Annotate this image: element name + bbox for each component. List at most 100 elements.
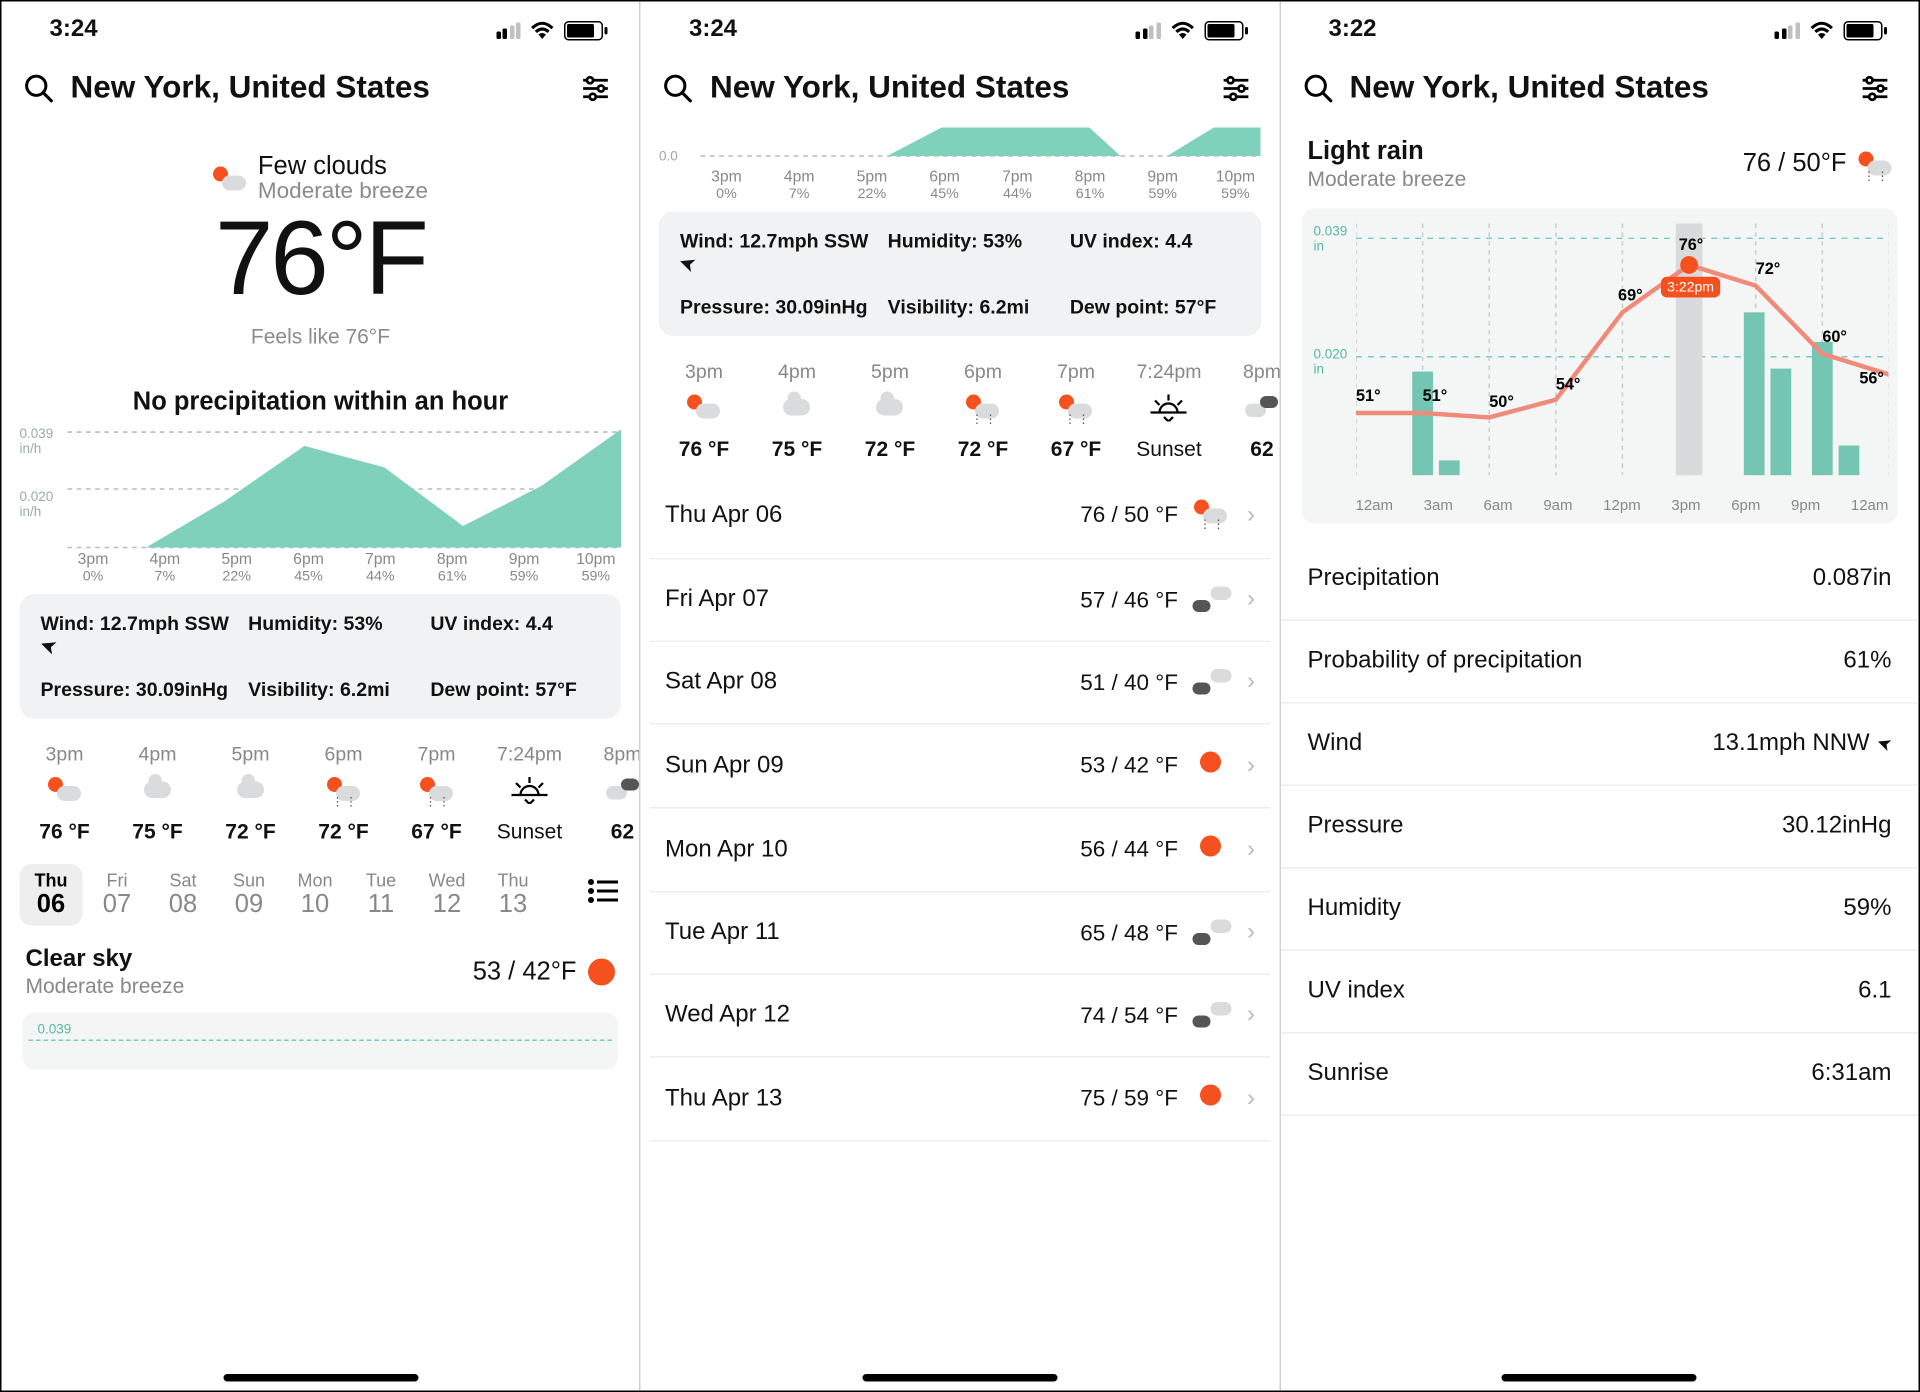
daily-date: Sun Apr 09 xyxy=(665,752,1080,779)
precip-x-tick: 3pm0% xyxy=(68,551,119,586)
summary-temps: 76 / 50°F xyxy=(1743,149,1847,179)
hourly-item[interactable]: 7:24pmSunset xyxy=(1124,360,1214,461)
svg-text:72°: 72° xyxy=(1755,260,1780,278)
day-selector[interactable]: Thu06Fri07Sat08Sun09Mon10Tue11Wed12Thu13 xyxy=(2,855,640,926)
home-indicator[interactable] xyxy=(1502,1374,1697,1382)
list-view-icon[interactable] xyxy=(588,879,618,911)
hourly-forecast[interactable]: 3pm76 °F4pm75 °F5pm72 °F6pm⋮⋮72 °F7pm⋮⋮6… xyxy=(2,734,640,856)
hourly-item[interactable]: 6pm⋮⋮72 °F xyxy=(299,743,389,844)
settings-sliders-icon[interactable] xyxy=(579,72,612,105)
hourly-temp: 72 °F xyxy=(299,819,389,843)
rain-sun-icon: ⋮⋮ xyxy=(1193,500,1229,532)
stat-row: Sunrise6:31am xyxy=(1280,1034,1918,1117)
daily-row[interactable]: Fri Apr 0757 / 46 °F› xyxy=(650,560,1270,643)
daily-row[interactable]: Thu Apr 0676 / 50 °F⋮⋮› xyxy=(650,473,1270,560)
chevron-right-icon: › xyxy=(1247,752,1255,779)
rain-sun-icon: ⋮⋮ xyxy=(299,771,389,807)
stat-value: 13.1mph NNW ➤ xyxy=(1712,731,1891,758)
stat-label: Probability of precipitation xyxy=(1307,648,1582,675)
day-pill[interactable]: Mon10 xyxy=(284,864,347,926)
day-detail-chart[interactable]: 0.039in 0.020in 3 xyxy=(1301,209,1897,524)
search-icon[interactable] xyxy=(23,72,56,105)
cloud-sun-icon xyxy=(659,389,749,425)
day-pill[interactable]: Sun09 xyxy=(218,864,281,926)
hourly-temp: 75 °F xyxy=(752,437,842,461)
selected-day-summary[interactable]: Clear sky Moderate breeze 53 / 42°F xyxy=(2,926,640,1004)
wind-direction-icon: ➤ xyxy=(1873,732,1894,757)
stat-label: Sunrise xyxy=(1307,1061,1388,1088)
chart-x-tick: 3pm xyxy=(1671,498,1700,515)
location-title[interactable]: New York, United States xyxy=(71,71,565,107)
daily-row[interactable]: Thu Apr 1375 / 59 °F› xyxy=(650,1058,1270,1142)
precip-x-tick: 7pm44% xyxy=(355,551,406,586)
hourly-item[interactable]: 4pm75 °F xyxy=(752,360,842,461)
header: New York, United States xyxy=(641,50,1279,128)
hourly-item[interactable]: 3pm76 °F xyxy=(20,743,110,844)
daily-temps: 53 / 42 °F xyxy=(1080,753,1178,779)
precip-x-tick: 9pm59% xyxy=(499,551,550,586)
location-title[interactable]: New York, United States xyxy=(1349,71,1843,107)
settings-sliders-icon[interactable] xyxy=(1219,72,1252,105)
hourly-time: 4pm xyxy=(113,743,203,766)
details-card: Wind: 12.7mph SSW ➤ Humidity: 53% UV ind… xyxy=(659,212,1261,337)
hourly-item[interactable]: 3pm76 °F xyxy=(659,360,749,461)
hourly-item[interactable]: 8pm62 xyxy=(1217,360,1279,461)
day-pill[interactable]: Tue11 xyxy=(350,864,413,926)
hourly-item[interactable]: 5pm72 °F xyxy=(206,743,296,844)
chevron-right-icon: › xyxy=(1247,836,1255,863)
summary-temps: 53 / 42°F xyxy=(473,957,577,987)
hourly-item[interactable]: 7pm⋮⋮67 °F xyxy=(392,743,482,844)
precip-x-tick: 5pm22% xyxy=(846,168,897,203)
summary-condition: Light rain xyxy=(1307,137,1742,167)
daily-row[interactable]: Sun Apr 0953 / 42 °F › xyxy=(650,725,1270,809)
hourly-item[interactable]: 6pm⋮⋮72 °F xyxy=(938,360,1028,461)
hourly-item[interactable]: 8pm62 xyxy=(578,743,640,844)
details-pressure: Pressure: 30.09inHg xyxy=(41,678,237,701)
settings-sliders-icon[interactable] xyxy=(1858,72,1891,105)
details-pressure: Pressure: 30.09inHg xyxy=(680,296,876,319)
details-humidity: Humidity: 53% xyxy=(888,230,1058,275)
day-pill[interactable]: Thu13 xyxy=(482,864,545,926)
daily-row[interactable]: Sat Apr 0851 / 40 °F› xyxy=(650,642,1270,725)
daily-date: Tue Apr 11 xyxy=(665,920,1080,947)
hourly-time: 6pm xyxy=(938,360,1028,383)
daily-date: Wed Apr 12 xyxy=(665,1002,1080,1029)
day-pill[interactable]: Wed12 xyxy=(416,864,479,926)
hourly-item[interactable]: 5pm72 °F xyxy=(845,360,935,461)
daily-row[interactable]: Tue Apr 1165 / 48 °F› xyxy=(650,893,1270,976)
details-visibility: Visibility: 6.2mi xyxy=(888,296,1058,319)
day-summary: Light rain Moderate breeze 76 / 50°F ⋮⋮ xyxy=(1280,128,1918,203)
svg-text:54°: 54° xyxy=(1555,375,1580,393)
daily-forecast-list: Thu Apr 0676 / 50 °F⋮⋮›Fri Apr 0757 / 46… xyxy=(641,473,1279,1142)
current-temperature: 76°F xyxy=(2,198,640,318)
status-time: 3:24 xyxy=(50,17,98,44)
wifi-icon xyxy=(1169,20,1195,40)
home-indicator[interactable] xyxy=(223,1374,418,1382)
condition-text: Few clouds xyxy=(258,152,428,182)
hourly-item[interactable]: 4pm75 °F xyxy=(113,743,203,844)
hourly-item[interactable]: 7pm⋮⋮67 °F xyxy=(1031,360,1121,461)
daily-temps: 74 / 54 °F xyxy=(1080,1003,1178,1029)
daily-date: Mon Apr 10 xyxy=(665,836,1080,863)
hourly-item[interactable]: 7:24pmSunset xyxy=(485,743,575,844)
day-pill[interactable]: Sat08 xyxy=(152,864,215,926)
hourly-time: 8pm xyxy=(578,743,640,766)
home-indicator[interactable] xyxy=(862,1374,1057,1382)
hourly-forecast[interactable]: 3pm76 °F4pm75 °F5pm72 °F6pm⋮⋮72 °F7pm⋮⋮6… xyxy=(641,351,1279,473)
chart-x-tick: 12am xyxy=(1851,498,1889,515)
cloud-icon xyxy=(752,389,842,425)
hourly-time: 3pm xyxy=(659,360,749,383)
stat-row: Wind 13.1mph NNW ➤ xyxy=(1280,704,1918,787)
rain-sun-icon: ⋮⋮ xyxy=(938,389,1028,425)
daily-row[interactable]: Mon Apr 1056 / 44 °F› xyxy=(650,809,1270,893)
day-pill[interactable]: Fri07 xyxy=(86,864,149,926)
hourly-temp: 76 °F xyxy=(20,819,110,843)
location-title[interactable]: New York, United States xyxy=(710,71,1204,107)
search-icon[interactable] xyxy=(662,72,695,105)
screen-daily: 3:24 New York, United States 0.0 3pm0%4p… xyxy=(641,2,1280,1391)
stat-label: Wind xyxy=(1307,731,1362,758)
daily-row[interactable]: Wed Apr 1274 / 54 °F› xyxy=(650,975,1270,1058)
search-icon[interactable] xyxy=(1301,72,1334,105)
status-bar: 3:24 xyxy=(641,2,1279,50)
day-pill[interactable]: Thu06 xyxy=(20,864,83,926)
